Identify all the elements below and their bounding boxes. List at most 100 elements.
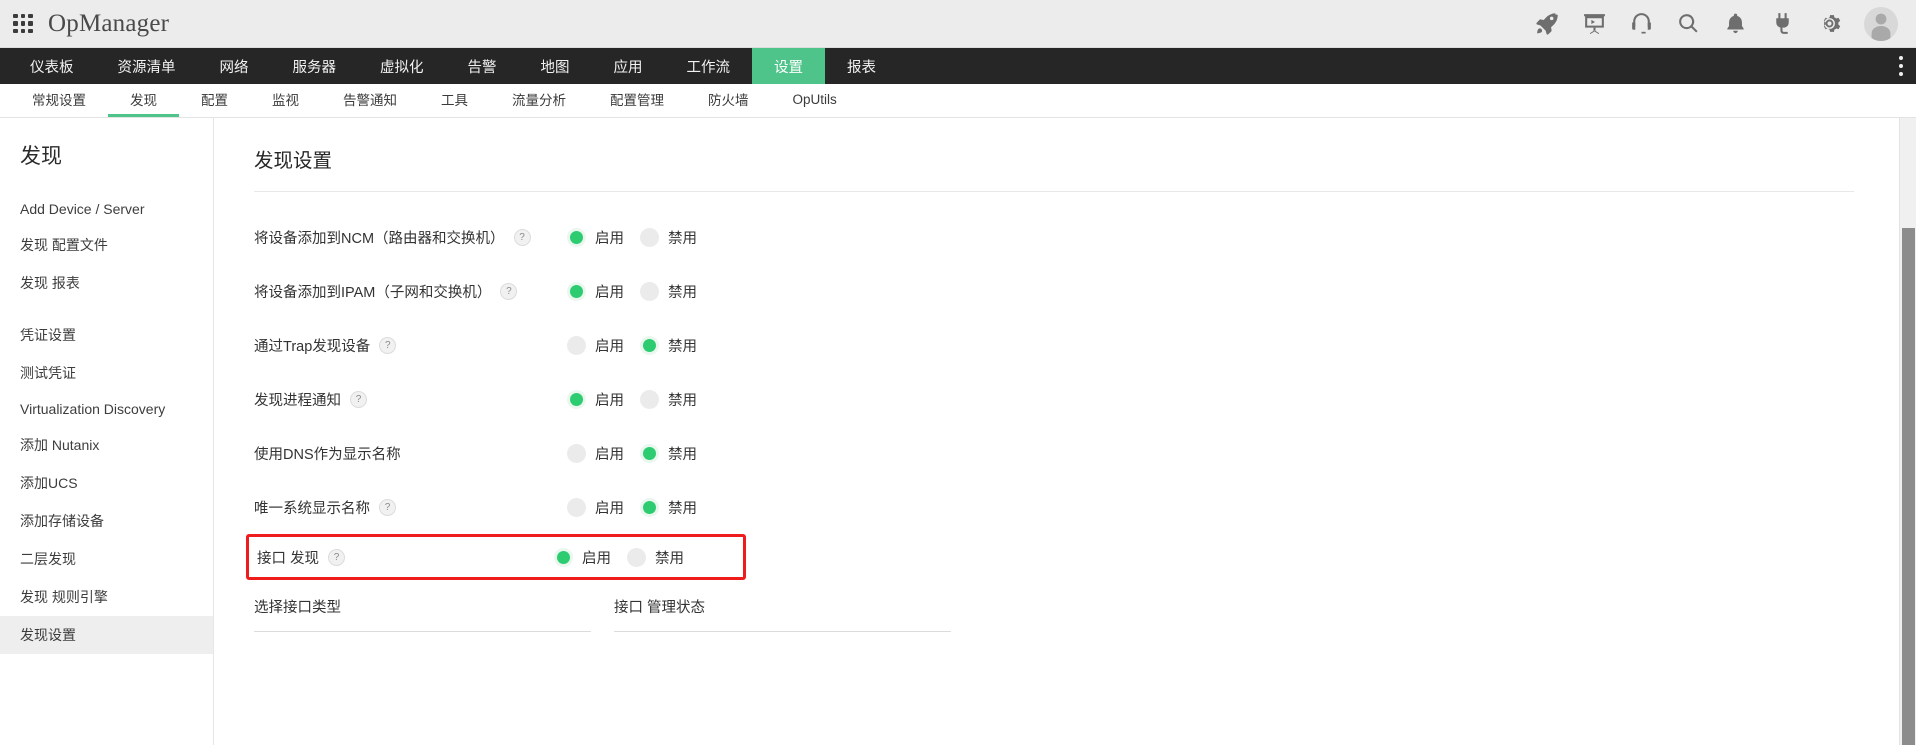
radio-enable[interactable]: 启用 (567, 335, 624, 356)
help-icon[interactable]: ? (513, 228, 531, 246)
radio-group: 启用 禁用 (567, 281, 713, 302)
radio-label-disable: 禁用 (668, 446, 697, 463)
main-nav-item[interactable]: 服务器 (271, 48, 359, 84)
main-nav-item[interactable]: 虚拟化 (358, 48, 446, 84)
sidebar-item-add-device-server[interactable]: Add Device / Server (0, 192, 213, 226)
main-nav-item[interactable]: 网络 (198, 48, 271, 84)
sub-nav-item[interactable]: 告警通知 (321, 84, 419, 117)
main-nav-item[interactable]: 资源清单 (96, 48, 198, 84)
radio-enable[interactable]: 启用 (567, 389, 624, 410)
radio-group: 启用 禁用 (567, 389, 713, 410)
radio-enable[interactable]: 启用 (567, 227, 624, 248)
sidebar-item-test-credential[interactable]: 测试凭证 (0, 354, 213, 392)
sidebar-item-add-storage[interactable]: 添加存储设备 (0, 502, 213, 540)
radio-disable[interactable]: 禁用 (640, 389, 697, 410)
radio-dot-disable (640, 389, 659, 409)
plug-icon[interactable] (1770, 11, 1795, 36)
sidebar-item-discovery-settings[interactable]: 发现设置 (0, 616, 213, 654)
vertical-scrollbar[interactable] (1899, 118, 1916, 745)
page-body: 发现 Add Device / Server 发现 配置文件 发现 报表 凭证设… (0, 118, 1916, 745)
radio-disable[interactable]: 禁用 (640, 281, 697, 302)
sub-nav-item[interactable]: 监视 (250, 84, 321, 117)
interface-sub-fields: 选择接口类型 接口 管理状态 (254, 596, 1916, 632)
help-icon[interactable]: ? (328, 548, 346, 566)
sidebar-item-layer2-discovery[interactable]: 二层发现 (0, 540, 213, 578)
setting-row: 唯一系统显示名称 ? 启用 禁用 (254, 480, 1916, 534)
main-nav-item[interactable]: 应用 (592, 48, 665, 84)
radio-label-disable: 禁用 (668, 230, 697, 247)
main-nav-item[interactable]: 工作流 (665, 48, 753, 84)
gear-icon[interactable] (1817, 11, 1842, 36)
avatar[interactable] (1864, 6, 1898, 41)
apps-grid-icon[interactable] (10, 11, 36, 37)
radio-disable[interactable]: 禁用 (640, 335, 697, 356)
radio-label-enable: 启用 (595, 500, 624, 517)
radio-dot-enable (567, 281, 586, 301)
sub-nav-item[interactable]: 常规设置 (10, 84, 108, 117)
radio-group: 启用 禁用 (554, 547, 700, 568)
radio-label-disable: 禁用 (668, 284, 697, 301)
radio-disable[interactable]: 禁用 (627, 547, 684, 568)
sidebar-item-discovery-report[interactable]: 发现 报表 (0, 264, 213, 302)
field-input-interface-type[interactable] (254, 631, 591, 632)
sub-nav-item[interactable]: 工具 (419, 84, 490, 117)
page-title: 发现设置 (254, 150, 333, 172)
radio-dot-enable (567, 443, 586, 463)
setting-row: 将设备添加到IPAM（子网和交换机） ? 启用 禁用 (254, 264, 1916, 318)
scrollbar-thumb[interactable] (1902, 228, 1915, 745)
sidebar-item-discovery-rule-engine[interactable]: 发现 规则引擎 (0, 578, 213, 616)
headset-icon[interactable] (1629, 11, 1654, 36)
main-nav-item[interactable]: 地图 (519, 48, 592, 84)
radio-dot-enable (567, 335, 586, 355)
user-icon (1871, 13, 1891, 41)
setting-label: 发现进程通知 (254, 392, 341, 409)
sub-nav-item[interactable]: OpUtils (771, 84, 859, 117)
help-icon[interactable]: ? (350, 390, 367, 408)
radio-enable[interactable]: 启用 (567, 281, 624, 302)
sidebar-item-add-nutanix[interactable]: 添加 Nutanix (0, 426, 213, 464)
setting-row: 通过Trap发现设备 ? 启用 禁用 (254, 318, 1916, 372)
main-nav-item[interactable]: 仪表板 (8, 48, 96, 84)
kebab-menu-icon[interactable] (1886, 48, 1916, 84)
field-interface-admin-status: 接口 管理状态 (614, 596, 974, 632)
radio-disable[interactable]: 禁用 (640, 497, 697, 518)
sub-nav-item[interactable]: 流量分析 (490, 84, 588, 117)
setting-label-wrap: 唯一系统显示名称 ? (254, 497, 396, 518)
main-nav-item[interactable]: 告警 (446, 48, 519, 84)
help-icon[interactable]: ? (500, 282, 518, 300)
radio-group: 启用 禁用 (567, 227, 713, 248)
sidebar-item-discovery-profile[interactable]: 发现 配置文件 (0, 226, 213, 264)
setting-label: 唯一系统显示名称 (254, 500, 370, 517)
radio-label-disable: 禁用 (668, 338, 697, 355)
radio-disable[interactable]: 禁用 (640, 443, 697, 464)
top-bar: OpManager (0, 0, 1916, 48)
field-input-interface-admin-status[interactable] (614, 631, 951, 632)
brand-title: OpManager (48, 9, 170, 37)
sub-nav-item-discovery[interactable]: 发现 (108, 84, 179, 117)
presentation-icon[interactable] (1582, 11, 1607, 36)
sub-nav-item[interactable]: 配置 (179, 84, 250, 117)
search-icon[interactable] (1676, 11, 1701, 36)
setting-label: 将设备添加到IPAM（子网和交换机） (254, 284, 492, 301)
radio-label-enable: 启用 (595, 338, 624, 355)
radio-dot-enable (567, 497, 586, 517)
rocket-icon[interactable] (1535, 11, 1560, 36)
sub-nav-item[interactable]: 防火墙 (686, 84, 771, 117)
radio-disable[interactable]: 禁用 (640, 227, 697, 248)
sidebar-title: 发现 (20, 145, 62, 168)
radio-label-enable: 启用 (595, 230, 624, 247)
main-nav-item[interactable]: 报表 (825, 48, 898, 84)
main-nav-item-settings[interactable]: 设置 (752, 48, 825, 84)
sidebar-item-credential-settings[interactable]: 凭证设置 (0, 316, 213, 354)
sidebar-item-virtualization-discovery[interactable]: Virtualization Discovery (0, 392, 213, 426)
sub-nav-item[interactable]: 配置管理 (588, 84, 686, 117)
help-icon[interactable]: ? (379, 336, 397, 354)
bell-icon[interactable] (1723, 11, 1748, 36)
radio-enable[interactable]: 启用 (567, 443, 624, 464)
setting-row: 将设备添加到NCM（路由器和交换机） ? 启用 禁用 (254, 210, 1916, 264)
help-icon[interactable]: ? (379, 498, 396, 516)
radio-enable[interactable]: 启用 (554, 547, 611, 568)
sidebar-item-add-ucs[interactable]: 添加UCS (0, 464, 213, 502)
setting-label: 使用DNS作为显示名称 (254, 446, 401, 463)
radio-enable[interactable]: 启用 (567, 497, 624, 518)
